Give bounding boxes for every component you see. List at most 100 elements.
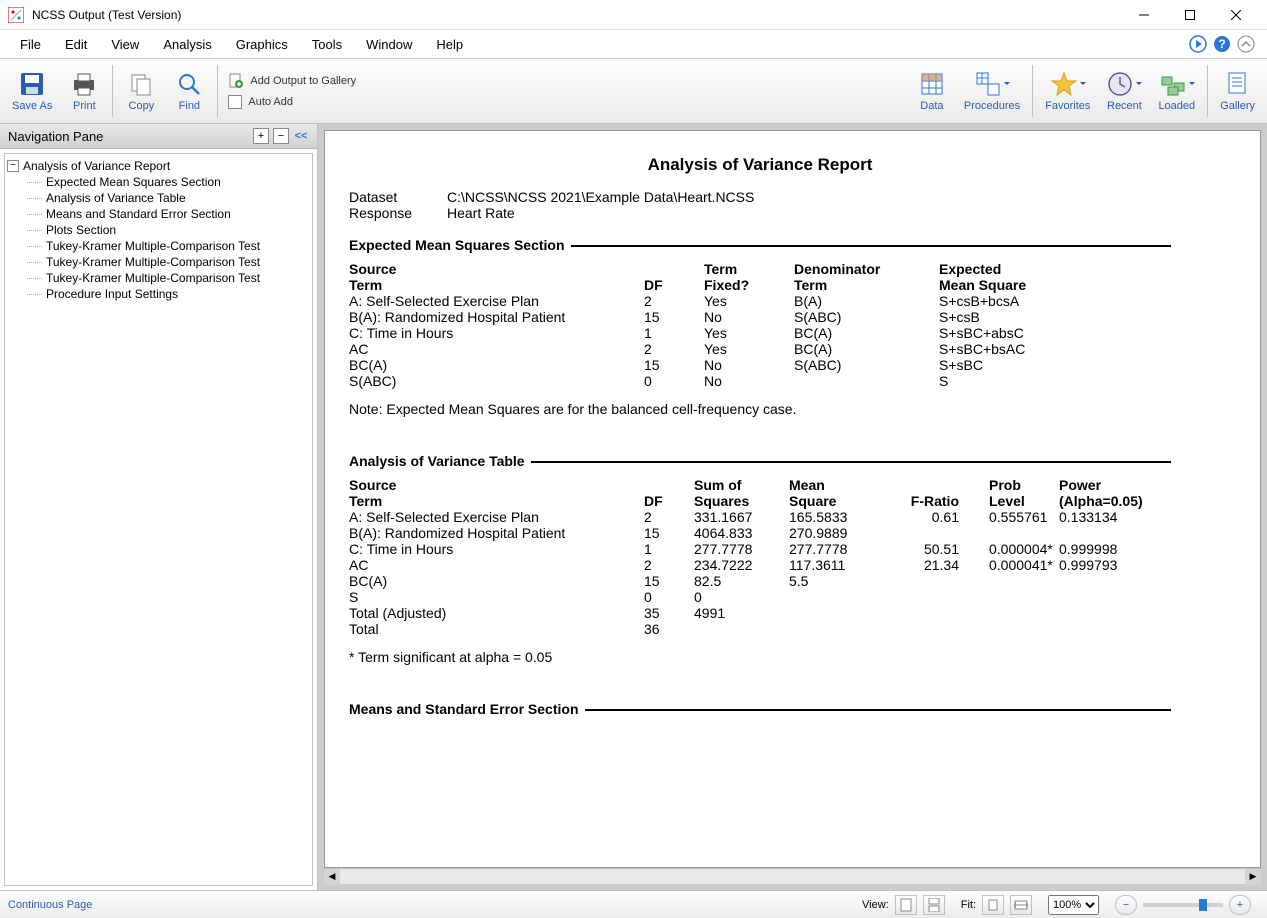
- add-output-button[interactable]: Add Output to Gallery: [228, 73, 356, 89]
- checkbox-icon: [228, 95, 242, 109]
- table-row: B(A): Randomized Hospital Patient15NoS(A…: [349, 309, 1171, 325]
- zoom-slider[interactable]: [1143, 903, 1223, 907]
- tree-item[interactable]: Procedure Input Settings: [27, 286, 310, 302]
- tree-item[interactable]: Expected Mean Squares Section: [27, 174, 310, 190]
- maximize-button[interactable]: [1167, 0, 1213, 30]
- procedures-label: Procedures: [964, 100, 1020, 112]
- print-icon: [70, 70, 98, 98]
- content-area: Analysis of Variance Report DatasetC:\NC…: [318, 124, 1267, 890]
- tree-expand-all-button[interactable]: +: [253, 128, 269, 144]
- navigation-pane: Navigation Pane + − << − Analysis of Var…: [0, 124, 318, 890]
- add-output-label: Add Output to Gallery: [250, 75, 356, 87]
- recent-button[interactable]: Recent: [1098, 59, 1150, 123]
- anova-footnote: * Term significant at alpha = 0.05: [349, 649, 1171, 665]
- find-button[interactable]: Find: [165, 59, 213, 123]
- app-icon: [8, 7, 24, 23]
- table-row: A: Self-Selected Exercise Plan2YesB(A)S+…: [349, 293, 1171, 309]
- menu-window[interactable]: Window: [354, 33, 424, 56]
- help-icon[interactable]: ?: [1213, 35, 1231, 53]
- ems-heading: Expected Mean Squares Section: [349, 237, 565, 253]
- tree-item[interactable]: Means and Standard Error Section: [27, 206, 310, 222]
- data-button[interactable]: Data: [908, 59, 956, 123]
- procedures-button[interactable]: Procedures: [956, 59, 1028, 123]
- tree-root[interactable]: − Analysis of Variance Report: [7, 158, 310, 174]
- tree-item[interactable]: Analysis of Variance Table: [27, 190, 310, 206]
- copy-button[interactable]: Copy: [117, 59, 165, 123]
- collapse-icon[interactable]: [1237, 35, 1255, 53]
- table-row: BC(A)15NoS(ABC)S+sBC: [349, 357, 1171, 373]
- scroll-left-icon[interactable]: ◀: [324, 869, 340, 885]
- favorites-button[interactable]: Favorites: [1037, 59, 1098, 123]
- statusbar: Continuous Page View: Fit: 100% − +: [0, 890, 1267, 918]
- menu-help[interactable]: Help: [424, 33, 475, 56]
- print-button[interactable]: Print: [60, 59, 108, 123]
- tree-item[interactable]: Plots Section: [27, 222, 310, 238]
- chevron-down-icon: [1078, 79, 1086, 91]
- table-row: A: Self-Selected Exercise Plan2331.16671…: [349, 509, 1171, 525]
- window-title: NCSS Output (Test Version): [32, 8, 1121, 22]
- copy-label: Copy: [129, 100, 155, 112]
- loaded-button[interactable]: Loaded: [1150, 59, 1203, 123]
- dataset-value: C:\NCSS\NCSS 2021\Example Data\Heart.NCS…: [447, 189, 754, 205]
- tree-item[interactable]: Tukey-Kramer Multiple-Comparison Test: [27, 270, 310, 286]
- gallery-button[interactable]: Gallery: [1212, 59, 1263, 123]
- fit-width-button[interactable]: [1010, 895, 1032, 915]
- menu-analysis[interactable]: Analysis: [151, 33, 223, 56]
- view-single-page-button[interactable]: [895, 895, 917, 915]
- save-icon: [18, 70, 46, 98]
- favorites-label: Favorites: [1045, 100, 1090, 112]
- menu-tools[interactable]: Tools: [300, 33, 354, 56]
- toolbar: Save As Print Copy Find Add Output to Ga…: [0, 58, 1267, 124]
- tree-root-label: Analysis of Variance Report: [23, 159, 170, 173]
- pane-collapse-button[interactable]: <<: [293, 128, 309, 144]
- anova-table: Source Sum of Mean Prob Power Term DF Sq…: [349, 477, 1171, 637]
- status-mode: Continuous Page: [8, 899, 92, 911]
- zoom-out-button[interactable]: −: [1115, 895, 1137, 915]
- clock-icon: [1106, 70, 1134, 98]
- auto-add-label: Auto Add: [248, 96, 293, 108]
- tree-collapse-all-button[interactable]: −: [273, 128, 289, 144]
- menu-edit[interactable]: Edit: [53, 33, 99, 56]
- menu-file[interactable]: File: [8, 33, 53, 56]
- auto-add-checkbox[interactable]: Auto Add: [228, 95, 356, 109]
- menu-view[interactable]: View: [99, 33, 151, 56]
- svg-text:?: ?: [1218, 37, 1225, 51]
- tree-item[interactable]: Tukey-Kramer Multiple-Comparison Test: [27, 238, 310, 254]
- view-continuous-button[interactable]: [923, 895, 945, 915]
- titlebar: NCSS Output (Test Version): [0, 0, 1267, 30]
- navigation-tree[interactable]: − Analysis of Variance Report Expected M…: [4, 153, 313, 886]
- zoom-select[interactable]: 100%: [1048, 895, 1099, 915]
- means-heading: Means and Standard Error Section: [349, 701, 579, 717]
- table-row: C: Time in Hours1277.7778277.777850.510.…: [349, 541, 1171, 557]
- find-label: Find: [179, 100, 200, 112]
- navigation-title: Navigation Pane: [8, 129, 103, 144]
- loaded-icon: [1159, 70, 1187, 98]
- table-row: B(A): Randomized Hospital Patient154064.…: [349, 525, 1171, 541]
- menu-graphics[interactable]: Graphics: [224, 33, 300, 56]
- response-value: Heart Rate: [447, 205, 515, 221]
- recent-label: Recent: [1107, 100, 1142, 112]
- table-row: S00: [349, 589, 1171, 605]
- fit-page-button[interactable]: [982, 895, 1004, 915]
- close-button[interactable]: [1213, 0, 1259, 30]
- data-label: Data: [920, 100, 943, 112]
- tree-toggle-icon[interactable]: −: [7, 160, 19, 172]
- table-row: AC2YesBC(A)S+sBC+bsAC: [349, 341, 1171, 357]
- data-icon: [918, 70, 946, 98]
- save-as-label: Save As: [12, 100, 52, 112]
- table-row: C: Time in Hours1YesBC(A)S+sBC+absC: [349, 325, 1171, 341]
- ems-table: Source Term Denominator Expected Term DF…: [349, 261, 1171, 389]
- save-as-button[interactable]: Save As: [4, 59, 60, 123]
- copy-icon: [127, 70, 155, 98]
- tree-item[interactable]: Tukey-Kramer Multiple-Comparison Test: [27, 254, 310, 270]
- horizontal-scrollbar[interactable]: ◀ ▶: [324, 868, 1261, 884]
- minimize-button[interactable]: [1121, 0, 1167, 30]
- zoom-in-button[interactable]: +: [1229, 895, 1251, 915]
- fit-label: Fit:: [961, 899, 976, 911]
- loaded-label: Loaded: [1158, 100, 1195, 112]
- ems-note: Note: Expected Mean Squares are for the …: [349, 401, 1171, 417]
- play-icon[interactable]: [1189, 35, 1207, 53]
- scroll-right-icon[interactable]: ▶: [1245, 869, 1261, 885]
- procedures-icon: [974, 70, 1002, 98]
- content-scroll[interactable]: Analysis of Variance Report DatasetC:\NC…: [324, 130, 1261, 868]
